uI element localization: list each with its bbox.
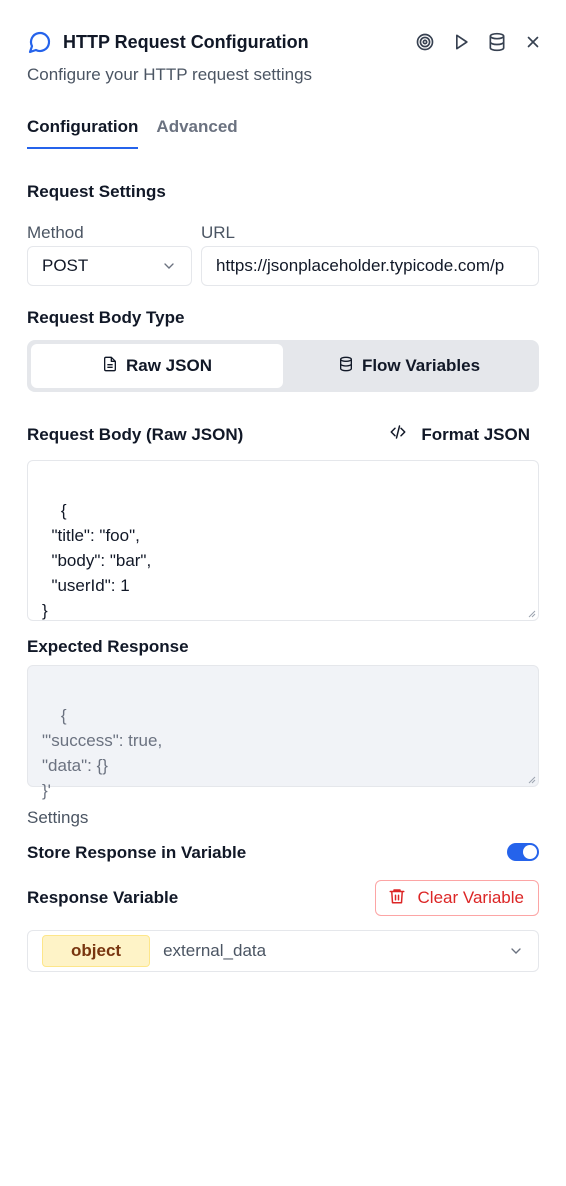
method-value: POST: [42, 256, 89, 275]
code-icon: [389, 423, 407, 446]
close-icon[interactable]: [522, 31, 544, 53]
body-type-heading: Request Body Type: [27, 308, 185, 327]
raw-json-label: Raw JSON: [126, 356, 212, 375]
url-label: URL: [201, 223, 236, 242]
request-settings-heading: Request Settings: [27, 182, 166, 201]
chevron-down-icon: [161, 258, 177, 274]
toggle-knob: [523, 845, 537, 859]
raw-json-option[interactable]: Raw JSON: [31, 344, 283, 388]
response-variable-select[interactable]: object external_data: [27, 930, 539, 972]
url-input[interactable]: https://jsonplaceholder.typicode.com/p: [201, 246, 539, 286]
http-request-panel: HTTP Request Configuration Configure you…: [0, 0, 566, 1186]
file-text-icon: [102, 356, 118, 377]
variable-name: external_data: [163, 941, 267, 960]
format-json-label: Format JSON: [421, 424, 530, 444]
trash-icon: [388, 887, 406, 910]
play-icon[interactable]: [450, 31, 472, 53]
database-icon: [338, 356, 354, 377]
method-select[interactable]: POST: [27, 246, 192, 286]
clear-variable-button[interactable]: Clear Variable: [374, 880, 539, 916]
flow-variables-label: Flow Variables: [361, 356, 481, 375]
chevron-down-icon: [508, 943, 524, 959]
panel-subtitle: Configure your HTTP request settings: [27, 65, 313, 84]
store-response-toggle[interactable]: [507, 843, 539, 861]
body-type-toggle: Raw JSON Flow Variables: [27, 340, 539, 392]
target-icon[interactable]: [414, 31, 436, 53]
panel-title: HTTP Request Configuration: [63, 31, 309, 52]
expected-response-box: { "'success": true, "data": {} }': [27, 665, 539, 800]
expected-response-content: { "'success": true, "data": {} }': [42, 706, 163, 800]
settings-label: Settings: [27, 808, 89, 827]
clear-variable-label: Clear Variable: [417, 888, 524, 907]
request-body-content: { "title": "foo", "body": "bar", "userId…: [42, 501, 152, 620]
request-body-editor[interactable]: { "title": "foo", "body": "bar", "userId…: [27, 460, 539, 621]
response-variable-label: Response Variable: [27, 888, 179, 907]
format-json-button[interactable]: Format JSON: [389, 423, 530, 446]
store-response-label: Store Response in Variable: [27, 843, 247, 862]
variable-type-badge: object: [42, 935, 151, 967]
message-circle-icon: [27, 29, 53, 55]
resize-handle[interactable]: [526, 774, 536, 784]
header-actions: [414, 31, 544, 53]
panel-header: HTTP Request Configuration: [27, 26, 544, 58]
method-label: Method: [27, 223, 84, 242]
tab-advanced[interactable]: Advanced: [156, 117, 237, 149]
tab-bar: Configuration Advanced: [27, 117, 238, 149]
database-icon[interactable]: [486, 31, 508, 53]
tab-configuration[interactable]: Configuration: [27, 117, 139, 149]
resize-handle[interactable]: [526, 608, 536, 618]
flow-variables-option[interactable]: Flow Variables: [283, 344, 535, 388]
expected-response-heading: Expected Response: [27, 637, 189, 656]
request-body-heading: Request Body (Raw JSON): [27, 425, 244, 444]
